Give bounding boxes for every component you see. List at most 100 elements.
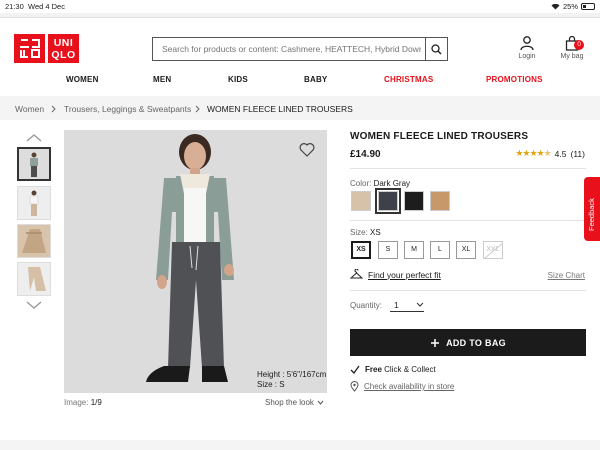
login-label: Login [518,53,536,60]
divider [350,220,586,221]
nav-christmas[interactable]: CHRISTMAS [384,75,433,84]
logo-line-2: QLO [51,49,76,61]
product-rating[interactable]: ★★★★★ 4.5 (11) [515,148,585,159]
nav-kids[interactable]: KIDS [228,75,248,84]
uniqlo-logo[interactable]: UNI QLO [14,34,79,63]
hanger-icon [350,269,363,279]
chevron-down-icon [416,302,424,307]
model-photo [64,130,327,393]
plus-icon [431,338,440,347]
status-bar: 21:30 Wed 4 Dec 25% [0,0,600,12]
click-collect-info: Free Click & Collect [350,365,436,374]
thumbnail-flat-lay [18,263,50,295]
thumbnail-4[interactable] [17,262,51,296]
color-swatch-black[interactable] [404,191,424,211]
status-time: 21:30 [5,2,24,11]
status-date: Wed 4 Dec [28,2,65,11]
login-button[interactable]: Login [515,36,539,60]
size-option-l[interactable]: L [430,241,450,259]
quantity-select[interactable]: 1 [390,300,424,312]
model-size: Size : S [257,380,285,389]
chevron-down-icon [317,400,324,405]
nav-men[interactable]: MEN [153,75,171,84]
logo-block-latin: UNI QLO [48,34,79,63]
color-swatch-brown[interactable] [430,191,450,211]
free-label: Free [365,365,382,374]
rating-value: 4.5 [554,148,567,159]
image-counter-value: 1/9 [90,398,102,407]
browser-strip [0,13,600,18]
image-counter-label: Image: [64,398,89,407]
chevron-right-icon [51,105,56,113]
breadcrumb-current: WOMEN FLEECE LINED TROUSERS [207,104,353,114]
rating-stars: ★★★★★ [515,148,551,158]
image-counter: Image: 1/9 [64,398,102,407]
size-label-text: Size: [350,228,368,237]
nav-promotions[interactable]: PROMOTIONS [486,75,543,84]
divider [350,168,586,169]
product-price: £14.90 [350,149,381,160]
rating-count: (11) [570,148,586,159]
battery-icon [581,3,595,10]
click-collect-label: Click & Collect [384,365,436,374]
thumbnail-model-front [19,149,49,179]
divider [350,290,586,291]
color-label: Color: Dark Gray [350,179,410,188]
size-option-xxl: XXL [483,241,503,259]
nav-women[interactable]: WOMEN [66,75,99,84]
find-fit-link[interactable]: Find your perfect fit [350,269,441,280]
bag-count-badge: 0 [574,40,584,50]
check-availability-label: Check availability in store [364,382,455,391]
logo-line-1: UNI [53,37,74,49]
search-button[interactable] [425,38,447,60]
product-title: WOMEN FLEECE LINED TROUSERS [350,131,529,142]
location-pin-icon [350,381,359,392]
chevron-down-icon[interactable] [26,300,42,310]
size-label: Size: XS [350,228,381,237]
add-to-bag-button[interactable]: ADD TO BAG [350,329,586,356]
size-option-xl[interactable]: XL [456,241,476,259]
search-input[interactable] [153,38,421,60]
feedback-tab[interactable]: Feedback [584,177,600,241]
thumbnail-model-beige [18,187,50,219]
shop-the-look-button[interactable]: Shop the look [265,398,324,407]
quantity-value: 1 [394,300,399,310]
shop-the-look-label: Shop the look [265,398,314,407]
heart-icon[interactable] [299,142,315,157]
size-option-s[interactable]: S [378,241,398,259]
bag-button[interactable]: My bag 0 [558,35,586,60]
user-icon [520,36,534,51]
color-label-text: Color: [350,179,372,188]
thumbnail-2[interactable] [17,186,51,220]
check-availability-link[interactable]: Check availability in store [350,381,454,392]
color-swatch-dark-gray[interactable] [375,188,401,214]
nav-baby[interactable]: BABY [304,75,327,84]
battery-percent: 25% [562,2,578,11]
checkmark-icon [350,365,360,374]
quantity-label: Quantity: [350,301,383,310]
wifi-icon [551,3,560,10]
feedback-label: Feedback [587,198,596,231]
katakana-logo-icon [19,39,40,58]
product-main-image[interactable]: Height : 5'6"/167cm Size : S [64,130,327,393]
thumbnail-3[interactable] [17,224,51,258]
find-fit-label: Find your perfect fit [368,269,441,280]
model-height: Height : 5'6"/167cm [257,370,327,379]
footer-strip [0,440,600,450]
size-option-m[interactable]: M [404,241,424,259]
search-box [152,37,448,61]
color-swatch-beige[interactable] [351,191,371,211]
add-to-bag-label: ADD TO BAG [446,337,506,348]
size-selected: XS [370,228,381,237]
breadcrumb-women[interactable]: Women [15,104,44,114]
breadcrumb-category[interactable]: Trousers, Leggings & Sweatpants [64,104,191,114]
thumbnail-1[interactable] [17,147,51,181]
search-icon [431,43,442,55]
chevron-right-icon [195,105,200,113]
page: 21:30 Wed 4 Dec 25% UNI QLO Search for p… [0,0,600,450]
logo-block-katakana [14,34,45,63]
chevron-up-icon[interactable] [26,133,42,143]
size-option-xs[interactable]: XS [351,241,371,259]
size-chart-link[interactable]: Size Chart [548,271,585,280]
bag-label: My bag [560,53,584,60]
